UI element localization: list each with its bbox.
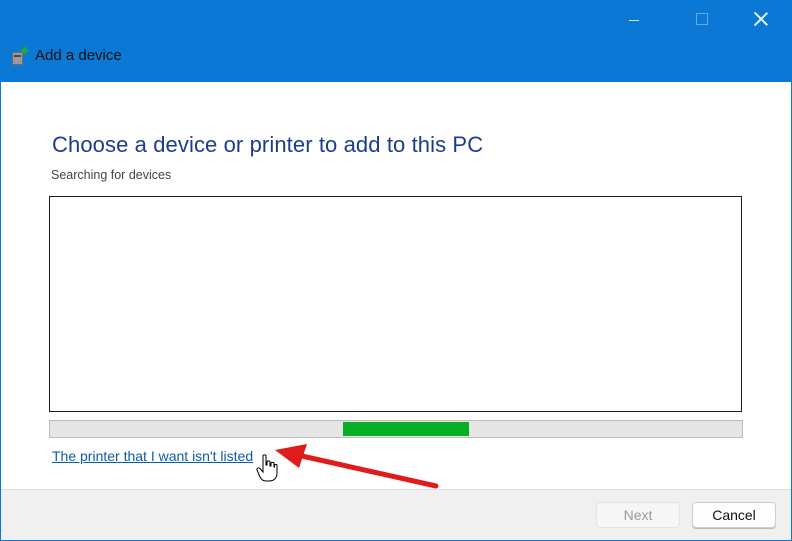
printer-not-listed-link[interactable]: The printer that I want isn't listed bbox=[52, 448, 253, 464]
maximize-icon bbox=[696, 13, 708, 25]
content-area: Choose a device or printer to add to thi… bbox=[1, 82, 791, 489]
title-bar: Add a device bbox=[0, 0, 792, 82]
close-icon bbox=[754, 12, 768, 26]
search-progress-bar bbox=[49, 420, 743, 438]
next-button[interactable]: Next bbox=[596, 502, 680, 528]
progress-fill bbox=[343, 422, 469, 436]
annotation-arrow bbox=[275, 444, 439, 489]
search-status-text: Searching for devices bbox=[51, 168, 172, 182]
device-list[interactable] bbox=[49, 196, 742, 412]
device-add-icon bbox=[12, 47, 28, 65]
page-heading: Choose a device or printer to add to thi… bbox=[52, 132, 484, 157]
window-title: Add a device bbox=[35, 47, 122, 64]
minimize-icon bbox=[629, 19, 639, 21]
footer-bar: Next Cancel bbox=[1, 489, 791, 540]
hand-pointer-icon bbox=[256, 454, 278, 482]
maximize-button[interactable] bbox=[679, 4, 725, 34]
close-button[interactable] bbox=[738, 4, 784, 34]
cancel-button[interactable]: Cancel bbox=[692, 502, 776, 528]
minimize-button[interactable] bbox=[611, 4, 657, 34]
add-device-window: Add a device Choose a device or printer … bbox=[0, 0, 792, 541]
